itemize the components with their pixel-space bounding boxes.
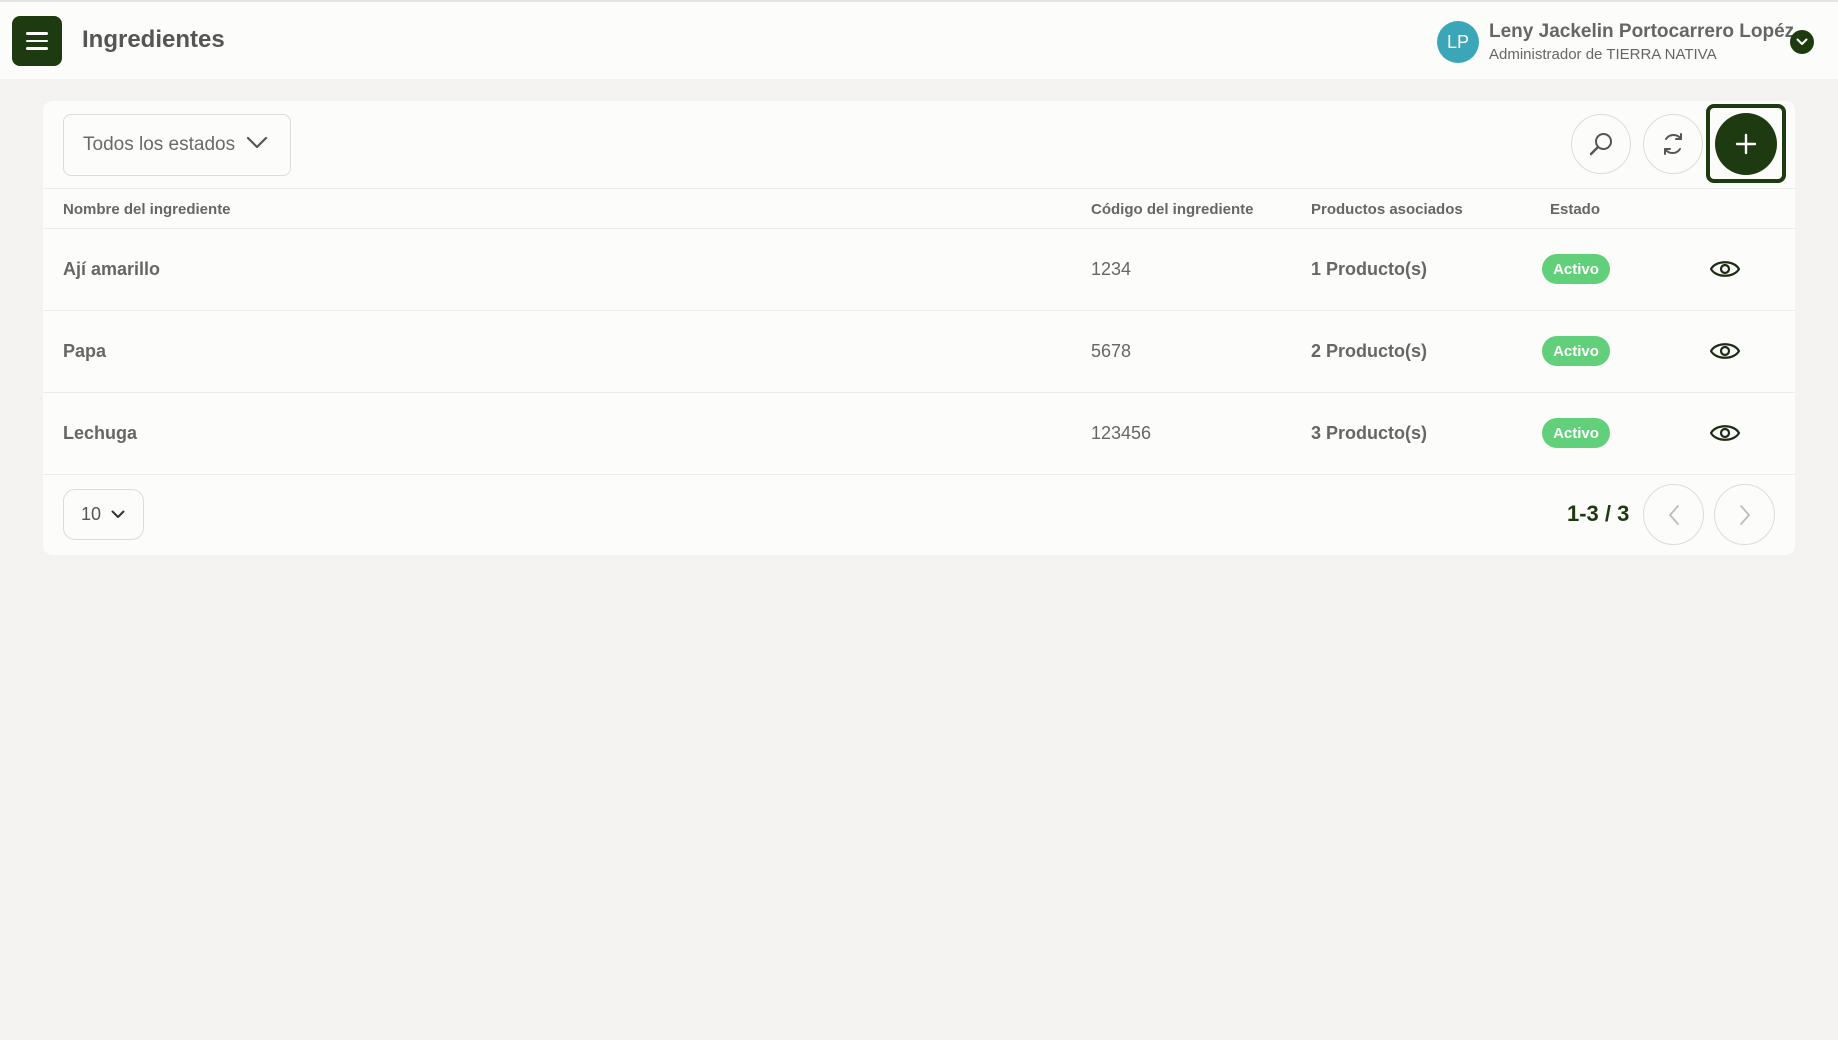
associated-products: 3 Producto(s) <box>1311 423 1428 443</box>
menu-icon-line <box>26 32 48 35</box>
next-page-button[interactable] <box>1714 484 1775 545</box>
pagination-range: 1-3 / 3 <box>1567 501 1630 526</box>
status-badge: Activo <box>1542 336 1610 366</box>
user-menu-dropdown-button[interactable] <box>1790 30 1814 54</box>
column-header-status[interactable]: Estado <box>1550 201 1600 218</box>
page-size-select[interactable]: 10 <box>63 489 144 540</box>
page-title: Ingredientes <box>82 26 225 53</box>
associated-products: 2 Producto(s) <box>1311 341 1428 361</box>
hamburger-menu-button[interactable] <box>12 16 62 66</box>
previous-page-button[interactable] <box>1643 484 1704 545</box>
table-row[interactable]: Papa 5678 2 Producto(s) Activo <box>43 311 1795 393</box>
ingredient-code: 5678 <box>1091 341 1132 361</box>
ingredient-code: 123456 <box>1091 423 1152 443</box>
column-header-name[interactable]: Nombre del ingrediente <box>63 201 231 218</box>
refresh-button[interactable] <box>1643 114 1703 174</box>
plus-icon <box>1735 133 1757 155</box>
status-filter-select[interactable]: Todos los estados <box>63 114 291 176</box>
page-size-value: 10 <box>81 504 102 524</box>
ingredient-name: Lechuga <box>63 423 138 443</box>
refresh-icon <box>1664 133 1682 155</box>
add-button-focus-ring <box>1706 104 1786 183</box>
ingredient-name: Papa <box>63 341 107 361</box>
table-header: Nombre del ingrediente Código del ingred… <box>43 188 1795 229</box>
user-role: Administrador de TIERRA NATIVA <box>1489 46 1717 63</box>
status-badge: Activo <box>1542 254 1610 284</box>
menu-icon-line <box>26 47 48 50</box>
eye-icon[interactable] <box>1709 338 1741 364</box>
top-bar: Ingredientes LP Leny Jackelin Portocarre… <box>0 0 1838 79</box>
search-icon <box>1589 133 1612 156</box>
add-ingredient-button[interactable] <box>1715 113 1777 175</box>
ingredient-name: Ají amarillo <box>63 259 161 279</box>
eye-icon[interactable] <box>1709 256 1741 282</box>
ingredients-card: Todos los estados Nombre del ingrediente… <box>43 101 1795 555</box>
status-filter-value: Todos los estados <box>83 134 236 155</box>
search-button[interactable] <box>1571 114 1631 174</box>
user-name: Leny Jackelin Portocarrero Lopéz <box>1489 21 1795 42</box>
associated-products: 1 Producto(s) <box>1311 259 1428 279</box>
status-badge: Activo <box>1542 418 1610 448</box>
table-row[interactable]: Lechuga 123456 3 Producto(s) Activo <box>43 393 1795 475</box>
column-header-products[interactable]: Productos asociados <box>1311 201 1463 218</box>
chevron-left-icon <box>1668 504 1679 525</box>
chevron-right-icon <box>1739 504 1750 525</box>
chevron-down-icon <box>246 136 268 149</box>
menu-icon-line <box>26 39 48 43</box>
chevron-down-icon <box>111 510 125 518</box>
column-header-code[interactable]: Código del ingrediente <box>1091 201 1254 218</box>
table-row[interactable]: Ají amarillo 1234 1 Producto(s) Activo <box>43 229 1795 311</box>
avatar[interactable]: LP <box>1437 21 1479 63</box>
eye-icon[interactable] <box>1709 420 1741 446</box>
chevron-down-icon <box>1796 38 1808 45</box>
ingredient-code: 1234 <box>1091 259 1132 279</box>
